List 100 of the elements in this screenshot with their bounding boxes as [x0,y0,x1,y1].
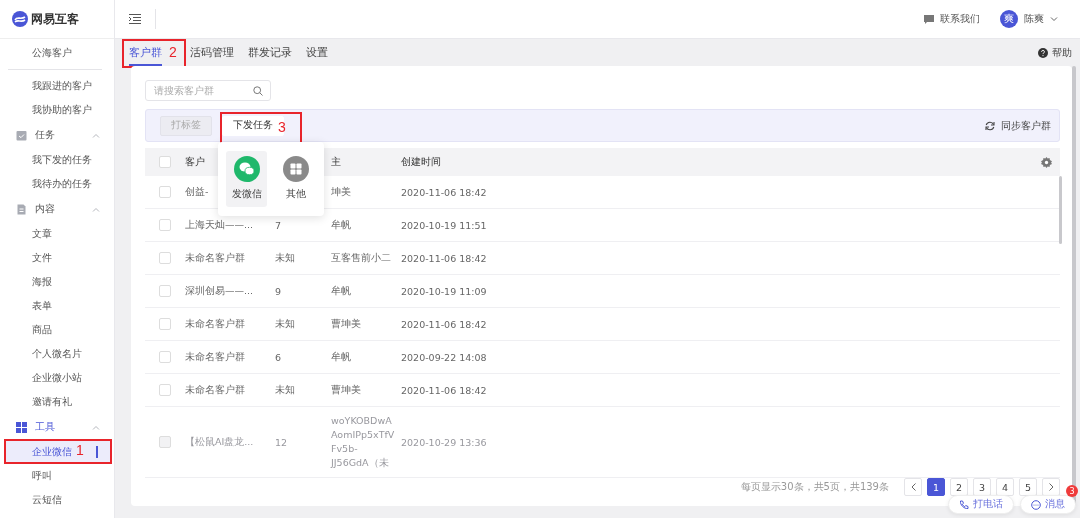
checkbox[interactable] [159,318,171,330]
table-cell: 6 [275,351,282,363]
table-cell: 2020-11-06 18:42 [401,186,487,198]
table-cell: 创益- [185,185,209,197]
table-cell: 7 [275,219,282,231]
refresh-icon[interactable] [985,120,995,131]
table-cell-text: 坤美 [331,185,352,200]
table-cell: 未命名客户群 [185,383,245,395]
table-cell: 未知 [275,251,295,263]
table-cell: 2020-09-22 14:08 [401,351,487,363]
search-field[interactable]: 请搜索客户群 [145,80,271,101]
chat-bubbles-icon [233,156,260,182]
message-button[interactable]: 消息 [1020,495,1076,514]
table-cell: 【松鼠AI盘龙... [185,435,254,447]
logo-text: 网易互客 [31,10,79,28]
user-avatar[interactable]: 爽 [1000,10,1018,28]
table-cell-text: 曹坤美 [331,383,362,398]
sidebar-item[interactable]: 表单 [0,294,114,318]
sidebar-item[interactable]: 云短信 [0,488,114,512]
chevron-icon[interactable] [1050,16,1058,22]
menu-icon[interactable] [129,14,141,24]
pagination-summary: 每页显示30条，共5页，共139条 [740,480,889,494]
page-button[interactable]: 3 [973,478,991,496]
table-cell-text: 互客售前小二 [331,251,392,266]
tab[interactable]: 群发记录 [248,39,292,66]
checkbox[interactable] [159,186,171,198]
annotation-number: 2 [169,44,177,60]
chevron-icon[interactable] [92,206,100,212]
page-button[interactable]: 1 [927,478,945,496]
help-icon [1038,47,1048,58]
settings-icon[interactable] [1041,156,1052,168]
sidebar-item[interactable]: 海报 [0,270,114,294]
column-header: 主 [331,155,341,167]
sidebar-item[interactable]: 邀请有礼 [0,390,114,414]
sidebar-item[interactable]: 我跟进的客户 [0,74,114,98]
table-cell-text: woYKOBDwA AomIPp5xTfV Fv5b- JJ56GdA（未 [331,414,396,470]
table-cell-text: 牟帆 [331,218,352,233]
sidebar-item[interactable]: 我协助的客户 [0,98,114,122]
checkbox[interactable] [159,252,171,264]
sidebar-item[interactable]: 企业微小站 [0,366,114,390]
sidebar-item[interactable]: 商品 [0,318,114,342]
chevron-left-icon [910,483,916,491]
phone-icon [959,499,969,510]
user-name[interactable]: 陈爽 [1024,12,1044,26]
chevron-icon[interactable] [92,424,100,430]
table-cell: 12 [275,436,288,448]
table-cell: 2020-10-19 11:51 [401,219,487,231]
page-button[interactable]: 4 [996,478,1014,496]
table-cell: 2020-10-19 11:09 [401,285,487,297]
menu-item[interactable]: 发微信 [226,150,267,207]
table-cell: 深圳创易——... [185,284,254,296]
checkbox[interactable] [159,285,171,297]
tab[interactable]: 设置 [306,39,328,66]
table-cell: 未命名客户群 [185,251,245,263]
table-cell-text: 牟帆 [331,350,352,365]
sidebar-section[interactable]: 工具 [35,420,84,434]
chevron-icon[interactable] [92,132,100,138]
sidebar-item[interactable]: 我待办的任务 [0,172,114,196]
logo-icon [12,11,28,27]
sidebar-item[interactable]: 呼叫 [0,464,114,488]
sidebar-item[interactable]: 我下发的任务 [0,148,114,172]
chevron-right-icon [1048,483,1054,491]
search-icon[interactable] [253,85,263,96]
page-button[interactable]: 5 [1019,478,1037,496]
notification-badge: 3 [1066,485,1078,497]
next-page-button[interactable] [1042,478,1060,496]
prev-page-button[interactable] [904,478,922,496]
contact-link[interactable]: 联系我们 [940,12,980,26]
tab[interactable]: 活码管理 [190,39,234,66]
table-cell: 上海天灿——... [185,218,254,230]
sidebar-section[interactable]: 任务 [35,128,84,142]
sync-link[interactable]: 同步客户群 [1001,118,1051,133]
help-link[interactable]: 帮助 [1052,45,1072,60]
table-cell: 2020-10-29 13:36 [401,436,487,448]
table-cell-text: 曹坤美 [331,317,362,332]
table-cell: 未知 [275,317,295,329]
annotation-number: 1 [76,442,84,458]
scrollbar[interactable] [1059,176,1062,244]
table-cell: 2020-11-06 18:42 [401,318,487,330]
sidebar-section[interactable]: 内容 [35,202,84,216]
checkbox[interactable] [159,384,171,396]
chat-icon [924,14,934,24]
checkbox[interactable] [159,351,171,363]
table-cell: 未命名客户群 [185,350,245,362]
annotation-number: 3 [278,118,286,135]
column-header: 客户 [185,155,205,167]
menu-item[interactable]: 其他 [275,150,316,207]
sidebar-item[interactable]: 个人微名片 [0,342,114,366]
checkbox[interactable] [159,156,171,168]
checkbox[interactable] [159,219,171,231]
sidebar-item[interactable]: 文章 [0,222,114,246]
table-cell: 未知 [275,383,295,395]
sidebar-item[interactable]: 文件 [0,246,114,270]
chat-icon [1031,499,1041,510]
table-cell: 未命名客户群 [185,317,245,329]
sidebar-item[interactable]: 公海客户 [0,41,114,65]
table-cell: 2020-11-06 18:42 [401,384,487,396]
page-button[interactable]: 2 [950,478,968,496]
table-cell-text: 牟帆 [331,284,352,299]
call-button[interactable]: 打电话 [948,495,1014,514]
